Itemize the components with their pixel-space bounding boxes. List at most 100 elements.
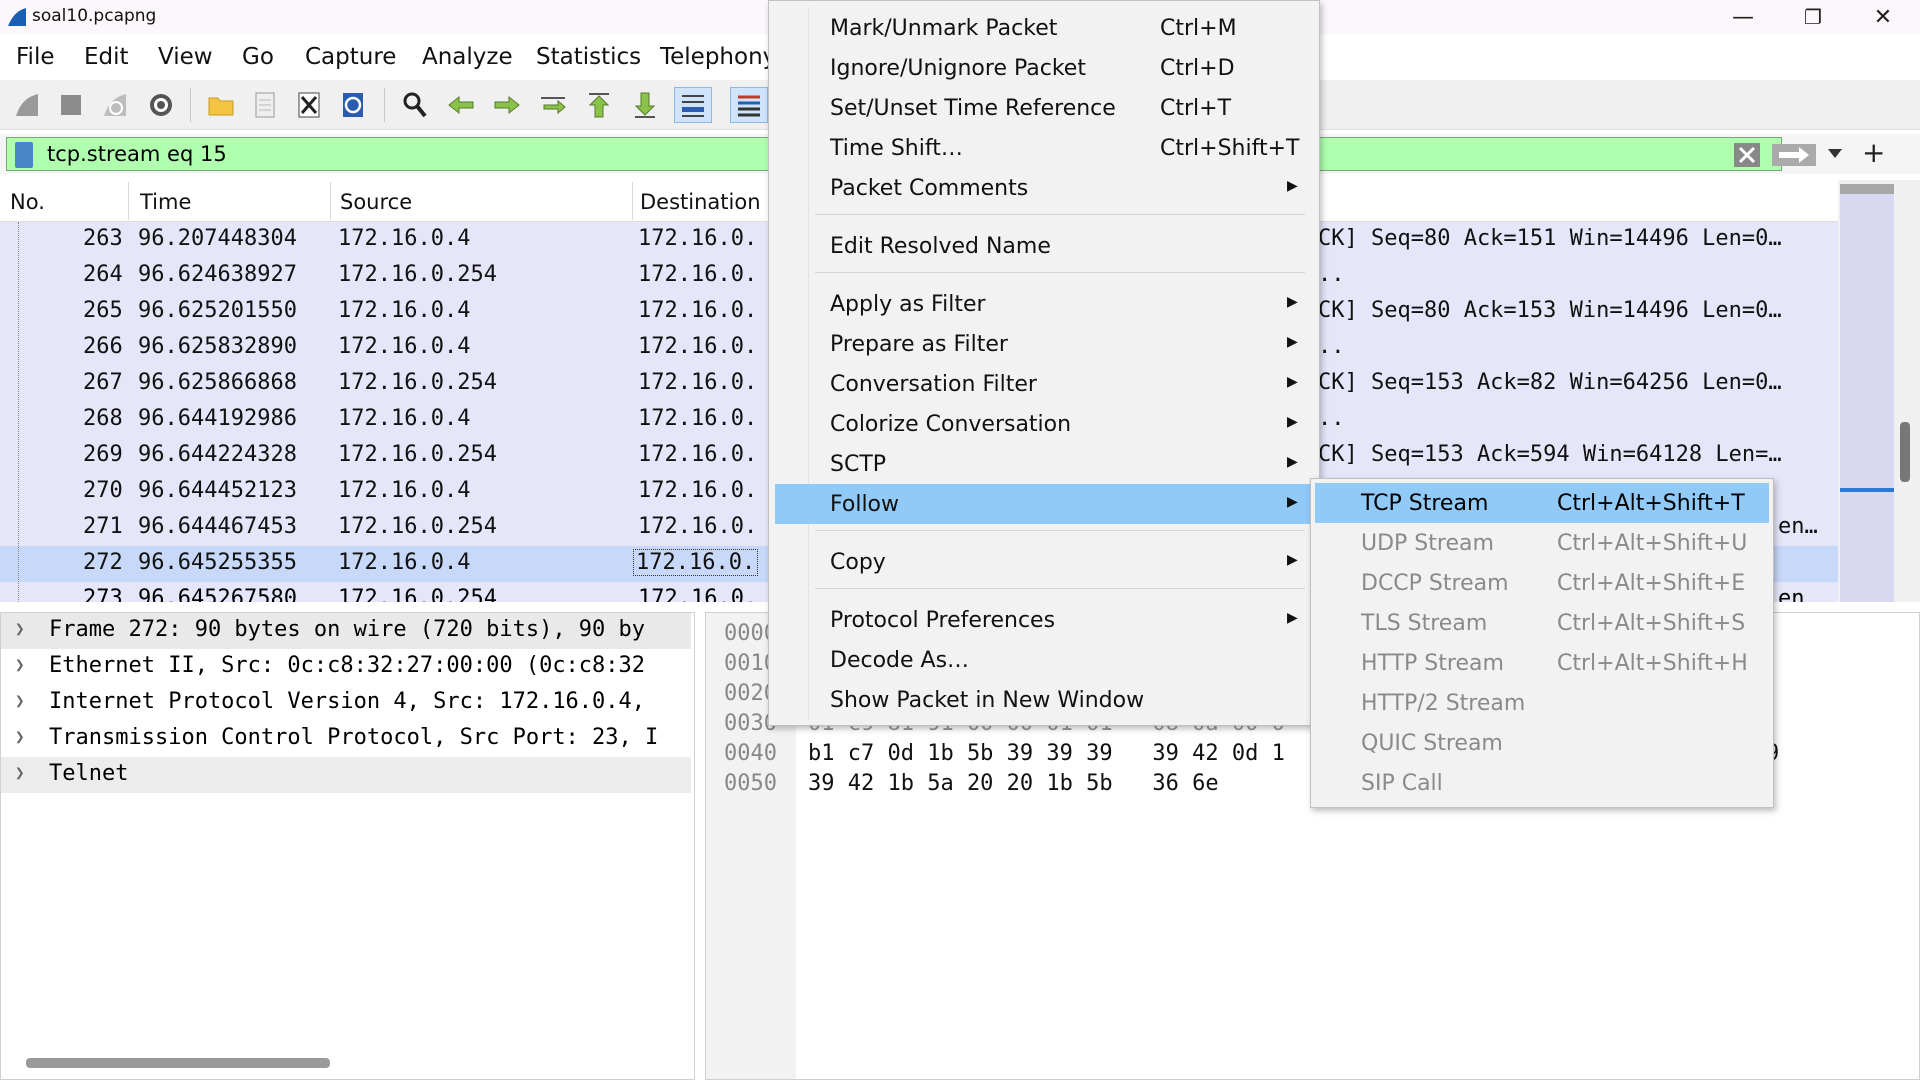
open-file-icon[interactable] [202,87,240,123]
menu-item-ignore-packet[interactable]: Ignore/Unignore Packet Ctrl+D [775,48,1313,88]
toolbar-separator [190,88,191,122]
menu-item-udp-stream[interactable]: UDP Stream Ctrl+Alt+Shift+U [1315,523,1769,563]
column-no[interactable]: No. [10,190,45,214]
menu-item-tls-stream[interactable]: TLS Stream Ctrl+Alt+Shift+S [1315,603,1769,643]
last-packet-icon[interactable] [626,87,664,123]
menu-item-protocol-preferences[interactable]: Protocol Preferences ▶ [775,600,1313,640]
stop-capture-icon[interactable] [52,87,90,123]
menu-item-decode-as[interactable]: Decode As… [775,640,1313,680]
menu-item-dccp-stream[interactable]: DCCP Stream Ctrl+Alt+Shift+E [1315,563,1769,603]
cell-source: 172.16.0.254 [338,514,497,539]
capture-options-icon[interactable] [142,87,180,123]
menu-item-http-stream[interactable]: HTTP Stream Ctrl+Alt+Shift+H [1315,643,1769,683]
menu-item-show-packet-new-window[interactable]: Show Packet in New Window [775,680,1313,720]
column-divider[interactable] [330,182,331,220]
menu-separator [815,214,1305,215]
cell-time: 96.644467453 [138,514,297,539]
filter-history-dropdown-icon[interactable] [1826,146,1844,160]
expand-arrow-icon[interactable]: ❯ [15,763,25,782]
tree-item[interactable]: ❯ Telnet [1,757,691,793]
close-button[interactable]: ✕ [1848,0,1918,34]
menu-go[interactable]: Go [242,44,274,70]
save-file-icon[interactable] [246,87,284,123]
go-back-icon[interactable] [442,87,480,123]
column-time[interactable]: Time [140,190,191,214]
bookmark-icon[interactable] [15,142,33,168]
menu-item-colorize-conversation[interactable]: Colorize Conversation ▶ [775,404,1313,444]
restart-capture-icon[interactable] [96,87,134,123]
cell-destination: 172.16.0. [638,334,758,359]
byte-hex-row: 39 42 1b 5a 20 20 1b 5b 36 6e [808,771,1219,796]
maximize-button[interactable]: ❐ [1778,0,1848,34]
menu-item-quic-stream[interactable]: QUIC Stream [1315,723,1769,763]
colorize-list-icon[interactable] [730,87,768,123]
menu-item-apply-as-filter[interactable]: Apply as Filter ▶ [775,284,1313,324]
go-forward-icon[interactable] [488,87,526,123]
menu-separator [815,588,1305,589]
menu-item-conversation-filter[interactable]: Conversation Filter ▶ [775,364,1313,404]
packet-list-scrollbar[interactable] [1838,180,1920,602]
apply-filter-icon[interactable] [1771,143,1817,167]
menu-item-label: Decode As… [830,648,970,673]
add-filter-button[interactable]: + [1862,136,1885,169]
expand-arrow-icon[interactable]: ❯ [15,655,25,674]
cell-destination: 172.16.0. [638,442,758,467]
cell-destination: 172.16.0. [638,226,758,251]
tree-item-label: Telnet [49,761,129,786]
expand-arrow-icon[interactable]: ❯ [15,619,25,638]
expand-arrow-icon[interactable]: ❯ [15,727,25,746]
tree-item[interactable]: ❯ Frame 272: 90 bytes on wire (720 bits)… [1,613,691,649]
display-filter-value: tcp.stream eq 15 [47,142,227,166]
menu-item-shortcut: Ctrl+Alt+Shift+U [1557,531,1748,556]
find-packet-icon[interactable] [396,87,434,123]
menu-separator [815,272,1305,273]
submenu-arrow-icon: ▶ [1287,552,1298,568]
packet-details-pane[interactable]: ❯ Frame 272: 90 bytes on wire (720 bits)… [0,612,695,1080]
minimize-button[interactable]: — [1708,0,1778,34]
details-hscrollbar-thumb[interactable] [26,1058,330,1068]
menu-item-sip-call[interactable]: SIP Call [1315,763,1769,803]
tree-item[interactable]: ❯ Internet Protocol Version 4, Src: 172.… [1,685,691,721]
menu-item-follow[interactable]: Follow ▶ [775,484,1313,524]
scrollbar-thumb[interactable] [1900,422,1910,482]
menu-analyze[interactable]: Analyze [422,44,513,70]
menu-statistics[interactable]: Statistics [536,44,641,70]
tree-item[interactable]: ❯ Ethernet II, Src: 0c:c8:32:27:00:00 (0… [1,649,691,685]
menu-item-tcp-stream[interactable]: TCP Stream Ctrl+Alt+Shift+T [1315,483,1769,523]
menu-item-packet-comments[interactable]: Packet Comments ▶ [775,168,1313,208]
column-source[interactable]: Source [340,190,412,214]
first-packet-icon[interactable] [580,87,618,123]
expand-arrow-icon[interactable]: ❯ [15,691,25,710]
column-divider[interactable] [632,182,633,220]
menu-item-time-shift[interactable]: Time Shift… Ctrl+Shift+T [775,128,1313,168]
menu-edit[interactable]: Edit [84,44,129,70]
menu-item-mark-packet[interactable]: Mark/Unmark Packet Ctrl+M [775,8,1313,48]
cell-source: 172.16.0.254 [338,370,497,395]
column-divider[interactable] [128,182,129,220]
cell-time: 96.645255355 [138,550,297,575]
menu-item-prepare-as-filter[interactable]: Prepare as Filter ▶ [775,324,1313,364]
go-to-packet-icon[interactable] [534,87,572,123]
menu-item-label: Colorize Conversation [830,412,1072,437]
start-capture-icon[interactable] [8,87,46,123]
close-file-icon[interactable] [290,87,328,123]
menu-item-edit-resolved-name[interactable]: Edit Resolved Name [775,226,1313,266]
follow-submenu: TCP Stream Ctrl+Alt+Shift+T UDP Stream C… [1310,478,1774,808]
menu-item-shortcut: Ctrl+Alt+Shift+T [1557,491,1745,516]
menu-item-sctp[interactable]: SCTP ▶ [775,444,1313,484]
menu-telephony[interactable]: Telephony [660,44,776,70]
menu-item-http2-stream[interactable]: HTTP/2 Stream [1315,683,1769,723]
menu-file[interactable]: File [16,44,55,70]
auto-scroll-icon[interactable] [674,87,712,123]
menu-view[interactable]: View [158,44,213,70]
tree-item[interactable]: ❯ Transmission Control Protocol, Src Por… [1,721,691,757]
column-destination[interactable]: Destination [640,190,761,214]
menu-item-copy[interactable]: Copy ▶ [775,542,1313,582]
clear-filter-icon[interactable] [1733,142,1761,168]
menu-capture[interactable]: Capture [305,44,396,70]
reload-file-icon[interactable] [334,87,372,123]
packet-minimap[interactable] [1840,184,1894,602]
menu-item-time-reference[interactable]: Set/Unset Time Reference Ctrl+T [775,88,1313,128]
menu-item-label: UDP Stream [1361,531,1494,556]
cell-source: 172.16.0.4 [338,550,471,575]
